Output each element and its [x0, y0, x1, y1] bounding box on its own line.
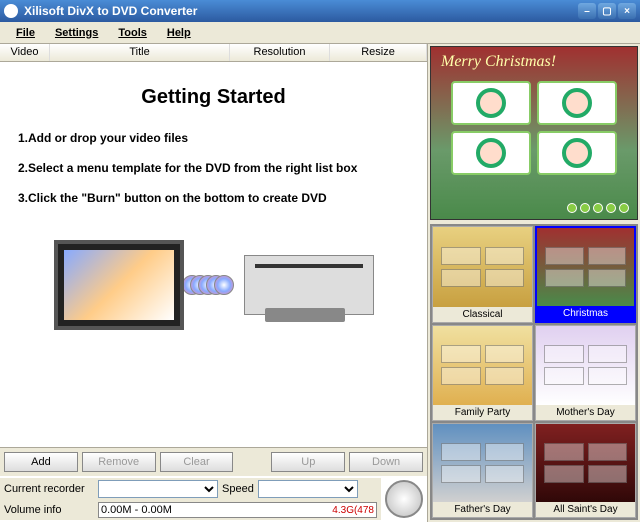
current-recorder-label: Current recorder	[4, 483, 94, 495]
close-button[interactable]: ×	[618, 3, 636, 19]
speed-select[interactable]	[258, 480, 358, 498]
preview-slot	[537, 81, 617, 125]
template-all-saints-day[interactable]: All Saint's Day	[535, 423, 636, 518]
template-fathers-day[interactable]: Father's Day	[432, 423, 533, 518]
template-label: Christmas	[537, 306, 634, 321]
menu-help[interactable]: Help	[157, 24, 201, 42]
col-title[interactable]: Title	[50, 44, 230, 61]
volume-used: 0.00M - 0.00M	[101, 504, 172, 516]
getting-started-panel: Getting Started 1.Add or drop your video…	[0, 62, 427, 447]
speed-label: Speed	[222, 483, 254, 495]
col-resolution[interactable]: Resolution	[230, 44, 330, 61]
titlebar: Xilisoft DivX to DVD Converter – ▢ ×	[0, 0, 640, 22]
template-family-party[interactable]: Family Party	[432, 325, 533, 420]
tv-icon	[54, 240, 184, 330]
volume-info-label: Volume info	[4, 504, 94, 516]
illustration	[18, 225, 409, 345]
clear-button[interactable]: Clear	[160, 452, 234, 472]
menubar: File Settings Tools Help	[0, 22, 640, 44]
dvd-player-icon	[244, 255, 374, 315]
template-label: Father's Day	[433, 502, 532, 517]
menu-tools[interactable]: Tools	[108, 24, 157, 42]
up-button[interactable]: Up	[271, 452, 345, 472]
maximize-button[interactable]: ▢	[598, 3, 616, 19]
template-classical[interactable]: Classical	[432, 226, 533, 323]
template-preview: Merry Christmas!	[430, 46, 638, 220]
step-1: 1.Add or drop your video files	[18, 131, 409, 145]
menu-settings[interactable]: Settings	[45, 24, 108, 42]
preview-slot	[537, 131, 617, 175]
template-label: Classical	[433, 307, 532, 322]
col-resize[interactable]: Resize	[330, 44, 427, 61]
step-3: 3.Click the "Burn" button on the bottom …	[18, 191, 409, 205]
add-button[interactable]: Add	[4, 452, 78, 472]
getting-started-title: Getting Started	[18, 86, 409, 109]
preview-slot	[451, 81, 531, 125]
preview-nav-dots[interactable]	[567, 203, 629, 213]
template-label: All Saint's Day	[536, 502, 635, 517]
volume-total: 4.3G(478	[332, 505, 374, 516]
preview-slot	[451, 131, 531, 175]
window-title: Xilisoft DivX to DVD Converter	[24, 4, 576, 18]
burn-button[interactable]	[385, 480, 423, 518]
col-video[interactable]: Video	[0, 44, 50, 61]
discs-icon	[194, 275, 234, 295]
file-list-header: Video Title Resolution Resize	[0, 44, 427, 62]
template-christmas[interactable]: Christmas	[535, 226, 636, 323]
minimize-button[interactable]: –	[578, 3, 596, 19]
template-mothers-day[interactable]: Mother's Day	[535, 325, 636, 420]
step-2: 2.Select a menu template for the DVD fro…	[18, 161, 409, 175]
down-button[interactable]: Down	[349, 452, 423, 472]
volume-bar: 0.00M - 0.00M 4.3G(478	[98, 502, 377, 518]
menu-file[interactable]: File	[6, 24, 45, 42]
app-icon	[4, 4, 18, 18]
current-recorder-select[interactable]	[98, 480, 218, 498]
template-label: Family Party	[433, 405, 532, 420]
template-label: Mother's Day	[536, 405, 635, 420]
remove-button[interactable]: Remove	[82, 452, 156, 472]
preview-title: Merry Christmas!	[431, 47, 637, 77]
